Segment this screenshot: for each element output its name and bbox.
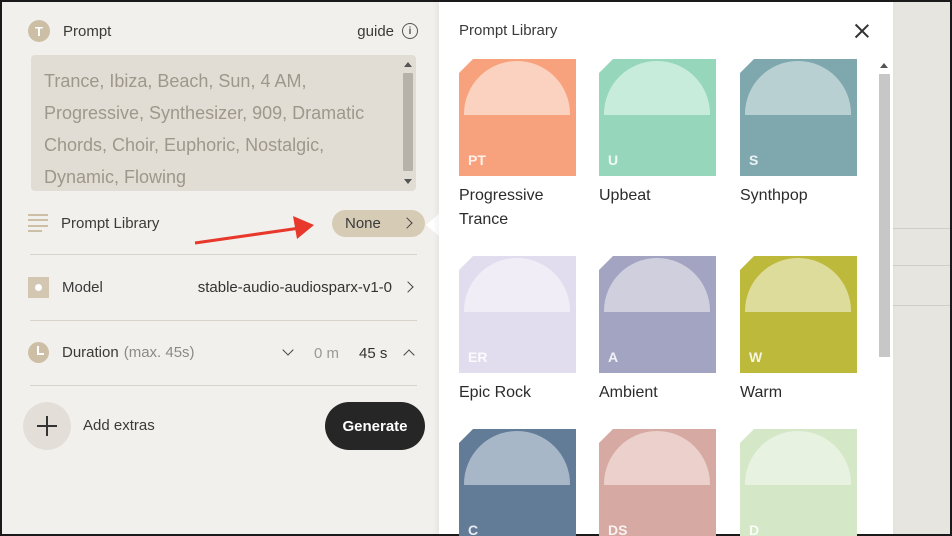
annotation-arrow-icon: [194, 216, 314, 245]
prompt-tile[interactable]: C: [459, 429, 576, 536]
generate-button[interactable]: Generate: [325, 402, 425, 450]
prompt-tile[interactable]: W: [740, 256, 857, 373]
duration-row: Duration (max. 45s) 0 m 45 s: [28, 342, 418, 363]
chevron-right-icon: [401, 217, 413, 229]
duration-label: Duration: [62, 344, 119, 361]
tile-abbr: U: [608, 152, 619, 168]
chevron-right-icon: [402, 281, 414, 293]
popover-pointer: [426, 213, 440, 237]
clock-icon: [28, 342, 49, 363]
tile-abbr: S: [749, 152, 759, 168]
duration-seconds[interactable]: 45 s: [359, 345, 387, 362]
duration-minutes[interactable]: 0 m: [314, 345, 339, 362]
model-label: Model: [62, 279, 103, 296]
background-content: [893, 0, 952, 536]
tile-abbr: DS: [608, 522, 628, 536]
prompt-tile[interactable]: D: [740, 429, 857, 536]
tile-name[interactable]: Epic Rock: [459, 381, 579, 405]
chevron-up-icon[interactable]: [403, 349, 415, 361]
duration-hint: (max. 45s): [123, 344, 195, 361]
scroll-up-arrow-icon[interactable]: [404, 62, 412, 67]
divider: [30, 254, 417, 255]
prompt-library-value: None: [345, 215, 381, 232]
library-scrollbar[interactable]: [877, 57, 892, 536]
add-extras-button[interactable]: [23, 402, 71, 450]
prompt-tile[interactable]: ER: [459, 256, 576, 373]
prompt-library-select[interactable]: None: [332, 210, 425, 237]
prompt-tile[interactable]: PT: [459, 59, 576, 176]
chevron-down-icon[interactable]: [282, 344, 294, 356]
tile-name[interactable]: Upbeat: [599, 184, 719, 208]
tile-abbr: W: [749, 349, 763, 365]
library-icon: [28, 214, 48, 232]
prompt-textarea[interactable]: Trance, Ibiza, Beach, Sun, 4 AM, Progres…: [31, 55, 416, 191]
text-icon: T: [28, 20, 50, 42]
prompt-placeholder: Trance, Ibiza, Beach, Sun, 4 AM, Progres…: [44, 71, 365, 187]
guide-label: guide: [357, 22, 394, 40]
prompt-tile[interactable]: S: [740, 59, 857, 176]
textarea-scrollbar[interactable]: [401, 58, 414, 188]
model-icon: [28, 277, 49, 298]
info-icon[interactable]: i: [402, 23, 418, 39]
prompt-header: T Prompt guide i: [28, 20, 418, 42]
tile-abbr: A: [608, 349, 619, 365]
divider: [30, 385, 417, 386]
model-value: stable-audio-audiosparx-v1-0: [197, 279, 392, 296]
scroll-down-arrow-icon[interactable]: [404, 179, 412, 184]
prompt-tile[interactable]: A: [599, 256, 716, 373]
prompt-tile[interactable]: DS: [599, 429, 716, 536]
prompt-label: Prompt: [63, 22, 112, 40]
tile-abbr: D: [749, 522, 760, 536]
tile-name[interactable]: Warm: [740, 381, 860, 405]
tile-abbr: C: [468, 522, 479, 536]
prompt-library-popover: Prompt Library PT Progressive Trance U Upbe…: [439, 0, 893, 536]
generation-panel: T Prompt guide i Trance, Ibiza, Beach, S…: [0, 0, 440, 536]
tile-abbr: PT: [468, 152, 486, 168]
add-extras-label[interactable]: Add extras: [83, 417, 155, 434]
scroll-up-arrow-icon[interactable]: [880, 63, 888, 68]
scrollbar-thumb[interactable]: [879, 74, 890, 357]
tile-abbr: ER: [468, 349, 488, 365]
scrollbar-thumb[interactable]: [403, 73, 413, 171]
close-icon[interactable]: [855, 24, 869, 38]
library-title: Prompt Library: [459, 22, 558, 39]
guide-link[interactable]: guide i: [357, 23, 418, 40]
divider: [30, 320, 417, 321]
model-row[interactable]: Model stable-audio-audiosparx-v1-0: [28, 277, 418, 298]
tile-name[interactable]: Progressive Trance: [459, 184, 579, 232]
prompt-library-label: Prompt Library: [61, 214, 160, 232]
tile-name[interactable]: Ambient: [599, 381, 719, 405]
prompt-tile[interactable]: U: [599, 59, 716, 176]
tile-name[interactable]: Synthpop: [740, 184, 860, 208]
